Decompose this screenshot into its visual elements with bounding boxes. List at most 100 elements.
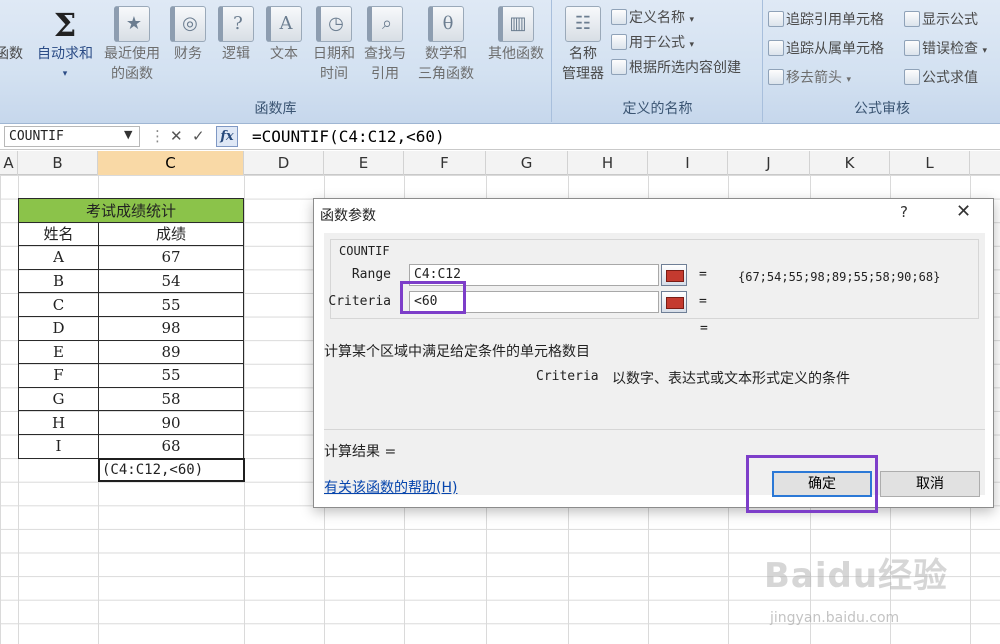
- range-result: {67;54;55;98;89;55;58;90;68}: [738, 270, 941, 284]
- cell-name[interactable]: A: [18, 245, 99, 270]
- formula-auditing-group: 追踪引用单元格 追踪从属单元格 移去箭头 ▾ 显示公式 错误检查 ▾ 公式求值 …: [764, 0, 1000, 122]
- collapse-dialog-icon[interactable]: [661, 264, 687, 286]
- active-cell-editor[interactable]: (C4:C12,<60): [98, 458, 245, 482]
- column-header[interactable]: G: [486, 151, 568, 175]
- chevron-down-icon[interactable]: ▼: [124, 128, 132, 141]
- create-from-selection-label: 根据所选内容创建: [629, 60, 741, 76]
- error-checking-button[interactable]: 错误检查 ▾: [904, 37, 987, 61]
- header-name[interactable]: 姓名: [18, 221, 99, 247]
- help-icon[interactable]: ?: [900, 203, 908, 221]
- column-header-selected[interactable]: C: [98, 151, 244, 175]
- column-header[interactable]: B: [18, 151, 98, 175]
- book-icon: ★: [114, 6, 150, 42]
- column-headers: A B C D E F G H I J K L: [0, 151, 1000, 175]
- column-header[interactable]: I: [648, 151, 728, 175]
- show-formulas-button[interactable]: 显示公式: [904, 8, 978, 32]
- cell-name[interactable]: B: [18, 268, 99, 294]
- formula-input[interactable]: =COUNTIF(C4:C12,<60): [252, 126, 445, 148]
- remove-arrows-label: 移去箭头: [786, 70, 842, 86]
- cell-score[interactable]: 90: [98, 410, 244, 435]
- use-in-formula-label: 用于公式: [629, 35, 685, 51]
- cell-score[interactable]: 54: [98, 268, 244, 294]
- check-icon[interactable]: ✓: [192, 127, 205, 145]
- logical-button[interactable]: ? 逻辑: [214, 6, 258, 64]
- text-label: 文本: [270, 46, 298, 62]
- range-input[interactable]: C4:C12: [409, 264, 659, 286]
- cancel-button[interactable]: 取消: [880, 471, 980, 497]
- close-icon[interactable]: ✕: [956, 201, 971, 222]
- header-score[interactable]: 成绩: [98, 221, 244, 247]
- cell-name[interactable]: G: [18, 386, 99, 412]
- books-icon: ▥: [498, 6, 534, 42]
- cell-score[interactable]: 58: [98, 386, 244, 412]
- logical-label: 逻辑: [222, 46, 250, 62]
- column-header[interactable]: E: [324, 151, 404, 175]
- text-book-icon: A: [266, 6, 302, 42]
- name-manager-label-2: 管理器: [562, 66, 604, 82]
- math-label-2: 三角函数: [418, 66, 474, 82]
- cell-score[interactable]: 55: [98, 292, 244, 317]
- math-trig-button[interactable]: θ 数学和 三角函数: [412, 6, 480, 84]
- remove-arrows-button[interactable]: 移去箭头 ▾: [768, 66, 851, 90]
- function-name: COUNTIF: [339, 244, 390, 258]
- financial-button[interactable]: ◎ 财务: [166, 6, 210, 64]
- error-checking-label: 错误检查: [922, 41, 978, 57]
- defined-names-group-label: 定义的名称: [622, 101, 693, 117]
- cell-name[interactable]: F: [18, 363, 99, 388]
- sigma-icon: Σ: [53, 6, 77, 44]
- autosum-label: 自动求和: [37, 46, 93, 62]
- cancel-icon[interactable]: ✕: [170, 127, 183, 145]
- cell-name[interactable]: C: [18, 292, 99, 317]
- column-header[interactable]: D: [244, 151, 324, 175]
- recent-label-1: 最近使用: [104, 46, 160, 62]
- collapse-dialog-icon[interactable]: [661, 291, 687, 313]
- datetime-label-2: 时间: [320, 66, 348, 82]
- column-header[interactable]: H: [568, 151, 648, 175]
- formula-auditing-group-label: 公式审核: [854, 101, 910, 117]
- text-button[interactable]: A 文本: [262, 6, 306, 64]
- table-row: A 67: [18, 245, 244, 270]
- column-header[interactable]: K: [810, 151, 890, 175]
- trace-precedents-button[interactable]: 追踪引用单元格: [768, 8, 884, 32]
- name-manager-button[interactable]: ☷ 名称 管理器: [557, 6, 609, 84]
- column-header[interactable]: J: [728, 151, 810, 175]
- name-box[interactable]: COUNTIF: [4, 126, 140, 147]
- table-title[interactable]: 考试成绩统计: [18, 198, 244, 223]
- cell-name[interactable]: E: [18, 339, 99, 365]
- cell-name[interactable]: I: [18, 433, 99, 459]
- cell-name[interactable]: D: [18, 315, 99, 341]
- score-table: 考试成绩统计 姓名 成绩 A 67 B 54 C 55 D 98 E 89 F 55 G 58…: [18, 198, 244, 459]
- cell-score[interactable]: 55: [98, 363, 244, 388]
- magnifier-book-icon: ⌕: [367, 6, 403, 42]
- watermark-url: jingyan.baidu.com: [770, 610, 900, 626]
- insert-function-button[interactable]: 函数: [0, 6, 24, 64]
- insert-function-label: 函数: [0, 46, 23, 62]
- use-in-formula-button[interactable]: 用于公式 ▾: [611, 31, 694, 55]
- remove-arrows-icon: [768, 69, 784, 85]
- column-header[interactable]: F: [404, 151, 486, 175]
- define-name-button[interactable]: 定义名称 ▾: [611, 6, 694, 30]
- datetime-button[interactable]: ◷ 日期和 时间: [310, 6, 358, 84]
- error-check-icon: [904, 40, 920, 56]
- trace-dependents-button[interactable]: 追踪从属单元格: [768, 37, 884, 61]
- ok-button[interactable]: 确定: [772, 471, 872, 497]
- cell-name[interactable]: H: [18, 410, 99, 435]
- autosum-button[interactable]: Σ 自动求和 ▾: [32, 6, 98, 84]
- cell-score[interactable]: 98: [98, 315, 244, 341]
- table-row: C 55: [18, 292, 244, 317]
- function-help-link[interactable]: 有关该函数的帮助(H): [324, 477, 457, 497]
- cell-score[interactable]: 89: [98, 339, 244, 365]
- column-header[interactable]: A: [0, 151, 18, 175]
- create-from-selection-button[interactable]: 根据所选内容创建: [611, 56, 741, 80]
- more-functions-button[interactable]: ▥ 其他函数: [484, 6, 548, 64]
- evaluate-formula-button[interactable]: 公式求值: [904, 66, 978, 90]
- column-header[interactable]: L: [890, 151, 970, 175]
- recent-functions-button[interactable]: ★ 最近使用 的函数: [100, 6, 164, 84]
- divider: [324, 429, 985, 430]
- insert-function-icon[interactable]: fx: [216, 126, 238, 147]
- cell-score[interactable]: 68: [98, 433, 244, 459]
- lookup-button[interactable]: ⌕ 查找与 引用: [360, 6, 410, 84]
- table-row: I 68: [18, 433, 244, 459]
- criteria-input[interactable]: <60: [409, 291, 659, 313]
- cell-score[interactable]: 67: [98, 245, 244, 270]
